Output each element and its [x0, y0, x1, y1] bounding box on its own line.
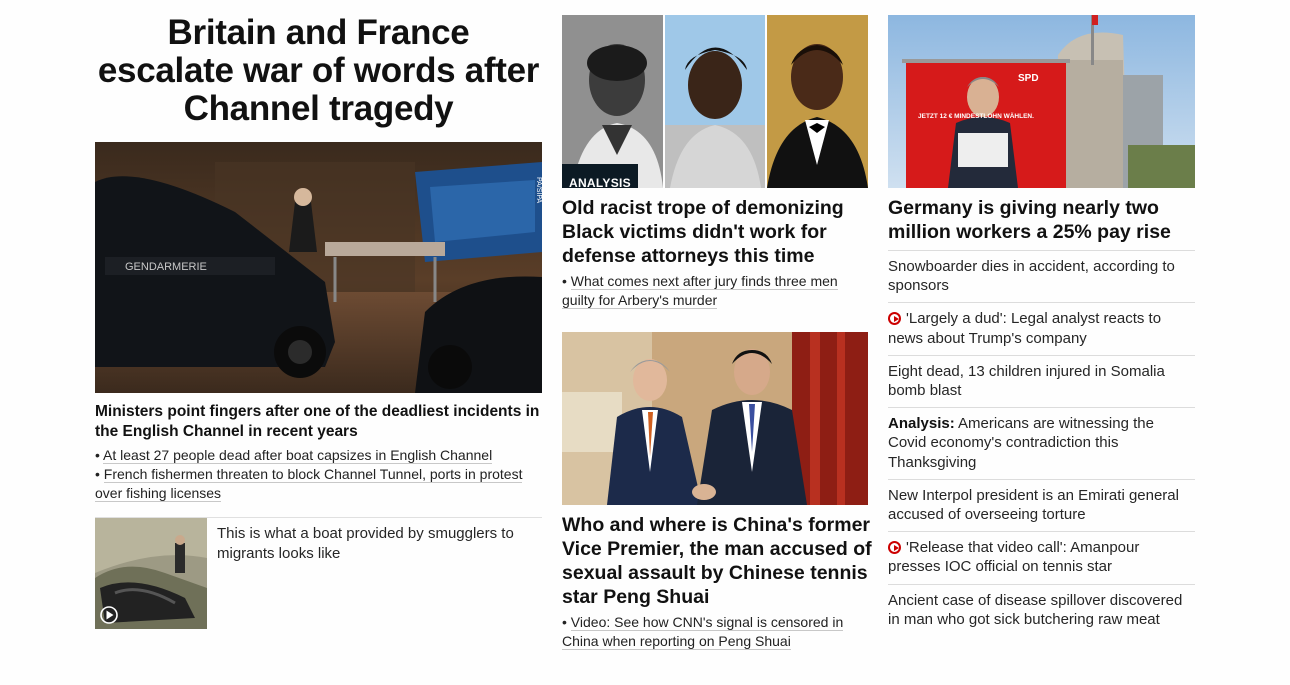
list-item-text: 'Release that video call': Amanpour pres… [888, 539, 1140, 576]
list-item-text: New Interpol president is an Emirati gen… [888, 486, 1179, 524]
photo-portrait-2 [664, 15, 766, 188]
photo-portrait-3 [767, 15, 868, 188]
billboard-photo-graphic: SPD JETZT 12 € MINDESTLOHN WÄHLEN. [888, 15, 1195, 188]
germany-image[interactable]: SPD JETZT 12 € MINDESTLOHN WÄHLEN. [888, 15, 1195, 188]
list-item[interactable]: 'Largely a dud': Legal analyst reacts to… [888, 302, 1195, 354]
analysis-badge: ANALYSIS [562, 164, 638, 188]
lead-bullet-2-text: French fishermen threaten to block Chann… [95, 466, 523, 502]
list-item-text: Snowboarder dies in accident, according … [888, 258, 1175, 295]
peng-shuai-headline[interactable]: Who and where is China's former Vice Pre… [562, 513, 872, 609]
list-item[interactable]: Eight dead, 13 children injured in Somal… [888, 354, 1195, 407]
lead-headline: Britain and France escalate war of words… [97, 13, 540, 128]
list-item-text: Eight dead, 13 children injured in Somal… [888, 362, 1165, 400]
lead-photo-graphic: GENDARMERIE PA/SIPA [95, 142, 542, 393]
arbery-image[interactable]: ANALYSIS [562, 15, 868, 188]
list-item[interactable]: Analysis: Americans are witnessing the C… [888, 407, 1195, 479]
list-item-text: Ancient case of disease spillover discov… [888, 591, 1183, 628]
boat-video-thumbnail[interactable] [95, 518, 207, 629]
arbery-headline[interactable]: Old racist trope of demonizing Black vic… [562, 196, 868, 268]
photo-credit: PA/SIPA [535, 177, 542, 204]
lead-bullet-2[interactable]: • French fishermen threaten to block Cha… [95, 465, 542, 503]
peng-shuai-image[interactable] [562, 332, 868, 505]
list-item-text: 'Largely a dud': Legal analyst reacts to… [888, 310, 1162, 347]
play-icon [888, 312, 901, 326]
peng-shuai-bullet-text: Video: See how CNN's signal is censored … [562, 614, 844, 650]
billboard-slogan: JETZT 12 € MINDESTLOHN WÄHLEN. [918, 112, 1034, 120]
list-item[interactable]: Snowboarder dies in accident, according … [888, 250, 1195, 302]
lead-headline-link[interactable]: Britain and France escalate war of words… [95, 14, 542, 128]
lead-bullet-1[interactable]: • At least 27 people dead after boat cap… [95, 446, 542, 465]
meeting-photo-graphic [562, 332, 868, 505]
lead-bullets: • At least 27 people dead after boat cap… [95, 446, 542, 503]
play-icon [888, 541, 901, 555]
lead-story: Britain and France escalate war of words… [95, 0, 542, 629]
peng-shuai-bullet[interactable]: • Video: See how CNN's signal is censore… [562, 613, 868, 651]
headline-list: Snowboarder dies in accident, according … [888, 250, 1195, 636]
lead-subheadline[interactable]: Ministers point fingers after one of the… [95, 402, 542, 442]
boat-thumbnail-graphic [95, 518, 207, 629]
germany-headline[interactable]: Germany is giving nearly two million wor… [888, 196, 1195, 244]
list-item[interactable]: 'Release that video call': Amanpour pres… [888, 531, 1195, 583]
photo-portrait-1 [562, 15, 663, 188]
billboard-brand: SPD [1018, 73, 1039, 84]
arbery-bullet-text: What comes next after jury finds three m… [562, 273, 838, 309]
list-item-prefix: Analysis: [888, 415, 955, 433]
gendarmerie-text: GENDARMERIE [125, 261, 207, 273]
lead-bullet-1-text: At least 27 people dead after boat capsi… [103, 447, 493, 464]
lead-image[interactable]: GENDARMERIE PA/SIPA [95, 142, 542, 393]
list-item[interactable]: Ancient case of disease spillover discov… [888, 583, 1195, 636]
list-item[interactable]: New Interpol president is an Emirati gen… [888, 478, 1195, 531]
boat-video-caption[interactable]: This is what a boat provided by smuggler… [217, 524, 537, 563]
arbery-bullet[interactable]: • What comes next after jury finds three… [562, 272, 868, 310]
